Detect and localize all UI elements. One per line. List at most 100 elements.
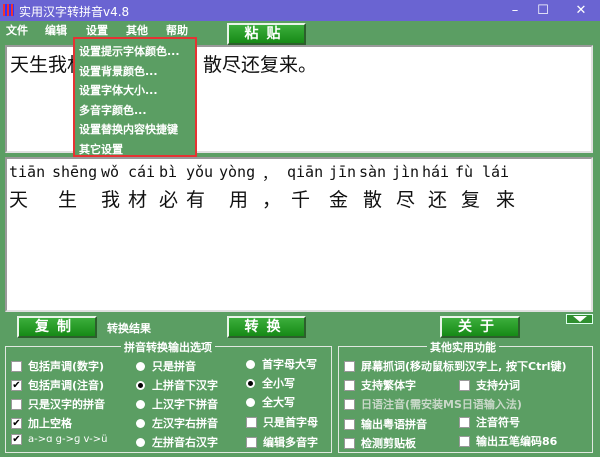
output-column: wǒ 我 bbox=[101, 163, 120, 212]
radio-capitalize[interactable]: 首字母大写 bbox=[246, 356, 317, 372]
checkbox[interactable] bbox=[11, 398, 22, 410]
other-functions-group: 其他实用功能 屏幕抓词(移动鼠标到汉字上, 按下Ctrl键) 支持繁体字 支持分… bbox=[338, 339, 593, 453]
output-column: jìn 尽 bbox=[392, 163, 419, 212]
menu-item-replace-shortcut[interactable]: 设置替换内容快捷键 bbox=[75, 120, 195, 140]
radio[interactable] bbox=[246, 378, 255, 388]
menu-item-polyphone-color[interactable]: 多音字颜色... bbox=[75, 101, 195, 121]
output-column: qiān 千 bbox=[287, 163, 323, 212]
radio[interactable] bbox=[246, 359, 255, 369]
radio[interactable] bbox=[136, 399, 145, 409]
checkbox[interactable] bbox=[344, 418, 355, 430]
output-column: fù 复 bbox=[455, 163, 480, 212]
checkbox[interactable] bbox=[246, 436, 257, 448]
menu-settings[interactable]: 设置 bbox=[86, 22, 108, 38]
menu-edit[interactable]: 编辑 bbox=[45, 22, 67, 38]
output-column: ，， bbox=[262, 163, 281, 212]
checkbox[interactable] bbox=[459, 416, 470, 428]
check-cantonese[interactable]: 输出粤语拼音 bbox=[344, 416, 427, 432]
option-label: 编辑多音字 bbox=[263, 436, 318, 449]
radio[interactable] bbox=[136, 437, 145, 447]
option-label: 上汉字下拼音 bbox=[152, 398, 218, 411]
option-label: 包括声调(注音) bbox=[28, 379, 105, 392]
checkbox[interactable] bbox=[344, 398, 355, 410]
output-text-area[interactable]: tiān 天 shēng 生 wǒ 我 cái 材 bì 必 yǒu 有 yòng 用 ，， … bbox=[5, 157, 593, 312]
check-tone-mark[interactable]: ✔ 包括声调(注音) bbox=[11, 377, 104, 393]
check-traditional[interactable]: 支持繁体字 bbox=[344, 377, 416, 393]
check-word-segment[interactable]: 支持分词 bbox=[459, 377, 520, 393]
checkbox[interactable] bbox=[344, 379, 355, 391]
checkbox[interactable] bbox=[11, 360, 22, 372]
radio-lowercase[interactable]: 全小写 bbox=[246, 375, 295, 391]
output-column: sàn 散 bbox=[359, 163, 386, 212]
hanzi: 来 bbox=[496, 189, 516, 211]
option-label: 只是首字母 bbox=[263, 416, 318, 429]
close-button[interactable]: ✕ bbox=[566, 2, 596, 19]
output-column: tiān 天 bbox=[9, 163, 45, 212]
pinyin: bì bbox=[159, 163, 178, 181]
check-japanese[interactable]: 日语注音(需安装MS日语输入法) bbox=[344, 396, 522, 412]
menu-item-hint-font-color[interactable]: 设置提示字体颜色... bbox=[75, 42, 195, 62]
radio-hanzi-left[interactable]: 左汉字右拼音 bbox=[136, 415, 218, 431]
menu-file[interactable]: 文件 bbox=[6, 22, 28, 38]
check-screen-capture[interactable]: 屏幕抓词(移动鼠标到汉字上, 按下Ctrl键) bbox=[344, 358, 567, 374]
option-label: 检测剪贴板 bbox=[361, 437, 416, 450]
checkbox[interactable] bbox=[344, 360, 355, 372]
radio-pinyin-only[interactable]: 只是拼音 bbox=[136, 358, 196, 374]
result-label: 转换结果 bbox=[107, 322, 151, 335]
about-button[interactable]: 关于 bbox=[440, 316, 520, 338]
radio-pinyin-above[interactable]: 上拼音下汉字 bbox=[136, 377, 218, 393]
minimize-button[interactable]: – bbox=[500, 2, 530, 19]
check-zhuyin[interactable]: 注音符号 bbox=[459, 414, 520, 430]
copy-button[interactable]: 复制 bbox=[17, 316, 97, 338]
pinyin: hái bbox=[422, 163, 450, 181]
output-column: lái 来 bbox=[482, 163, 515, 212]
check-initials-only[interactable]: 只是首字母 bbox=[246, 414, 318, 430]
radio-uppercase[interactable]: 全大写 bbox=[246, 394, 295, 410]
hanzi: 千 bbox=[291, 189, 311, 211]
output-column: bì 必 bbox=[159, 163, 178, 212]
radio[interactable] bbox=[136, 380, 145, 390]
pinyin: wǒ bbox=[101, 163, 120, 181]
pinyin: lái bbox=[482, 163, 510, 181]
menu-help[interactable]: 帮助 bbox=[166, 22, 188, 38]
checkbox[interactable]: ✔ bbox=[11, 379, 22, 391]
checkbox[interactable] bbox=[246, 416, 257, 428]
check-hanzi-only[interactable]: 只是汉字的拼音 bbox=[11, 396, 105, 412]
output-column: hái 还 bbox=[422, 163, 449, 212]
radio[interactable] bbox=[136, 361, 145, 371]
checkbox[interactable] bbox=[459, 435, 470, 447]
check-wubi86[interactable]: 输出五笔编码86 bbox=[459, 433, 557, 449]
menu-item-background-color[interactable]: 设置背景颜色... bbox=[75, 62, 195, 82]
title-bar: 实用汉字转拼音v4.8 – ☐ ✕ bbox=[0, 0, 600, 21]
checkbox[interactable] bbox=[344, 437, 355, 449]
menu-other[interactable]: 其他 bbox=[126, 22, 148, 38]
check-edit-polyphone[interactable]: 编辑多音字 bbox=[246, 434, 318, 450]
menu-item-other-settings[interactable]: 其它设置 bbox=[75, 140, 195, 160]
check-clipboard[interactable]: 检测剪贴板 bbox=[344, 435, 416, 451]
radio-hanzi-above[interactable]: 上汉字下拼音 bbox=[136, 396, 218, 412]
check-letter-replace[interactable]: ✔ a->ɑ g->ɡ v->ü bbox=[11, 434, 107, 445]
radio[interactable] bbox=[246, 397, 255, 407]
expand-toggle-button[interactable] bbox=[566, 314, 593, 324]
menu-item-font-size[interactable]: 设置字体大小... bbox=[75, 81, 195, 101]
check-add-space[interactable]: ✔ 加上空格 bbox=[11, 415, 72, 431]
source-text-right: 散尽还复来。 bbox=[203, 54, 318, 76]
pinyin: jīn bbox=[329, 163, 357, 181]
pinyin: tiān bbox=[9, 163, 46, 181]
pinyin: qiān bbox=[287, 163, 324, 181]
checkbox[interactable]: ✔ bbox=[11, 417, 22, 429]
group-title: 拼音转换输出选项 bbox=[121, 339, 215, 355]
hanzi: 材 bbox=[128, 189, 148, 211]
radio-pinyin-left[interactable]: 左拼音右汉字 bbox=[136, 434, 218, 450]
output-column: jīn 金 bbox=[329, 163, 356, 212]
paste-button[interactable]: 粘贴 bbox=[227, 23, 306, 45]
maximize-button[interactable]: ☐ bbox=[528, 2, 558, 19]
check-tone-number[interactable]: 包括声调(数字) bbox=[11, 358, 104, 374]
option-label: 上拼音下汉字 bbox=[152, 379, 218, 392]
convert-button[interactable]: 转换 bbox=[227, 316, 306, 338]
option-label: 支持分词 bbox=[476, 379, 520, 392]
radio[interactable] bbox=[136, 418, 145, 428]
pinyin: fù bbox=[455, 163, 474, 181]
checkbox[interactable]: ✔ bbox=[11, 434, 22, 445]
checkbox[interactable] bbox=[459, 379, 470, 391]
